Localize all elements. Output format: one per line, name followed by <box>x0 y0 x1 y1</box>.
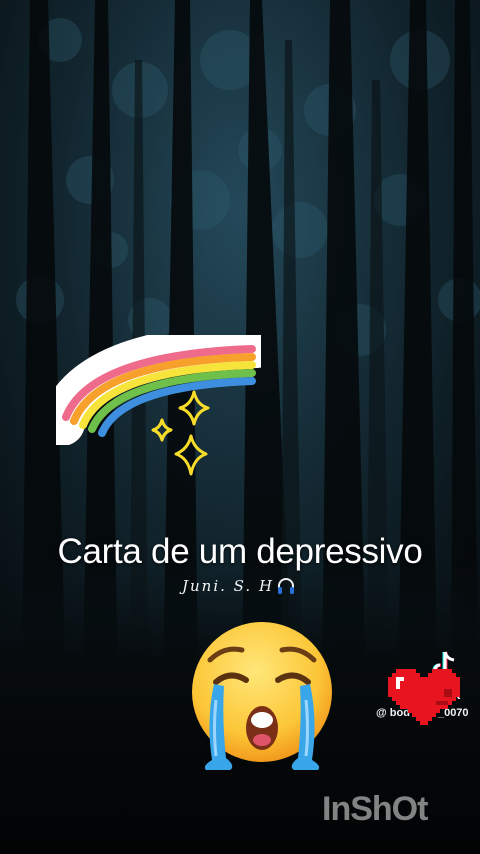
signature-text: Juni. S. H <box>182 577 275 595</box>
headphones-icon <box>278 578 295 594</box>
inshot-watermark: InShOt <box>322 790 428 828</box>
sparkles-sticker <box>151 390 210 476</box>
pixel-heart-sticker <box>388 669 460 725</box>
signature: Juni. S. H <box>182 572 296 600</box>
video-caption: Carta de um depressivo <box>57 532 423 571</box>
crying-face-emoji <box>192 622 332 770</box>
